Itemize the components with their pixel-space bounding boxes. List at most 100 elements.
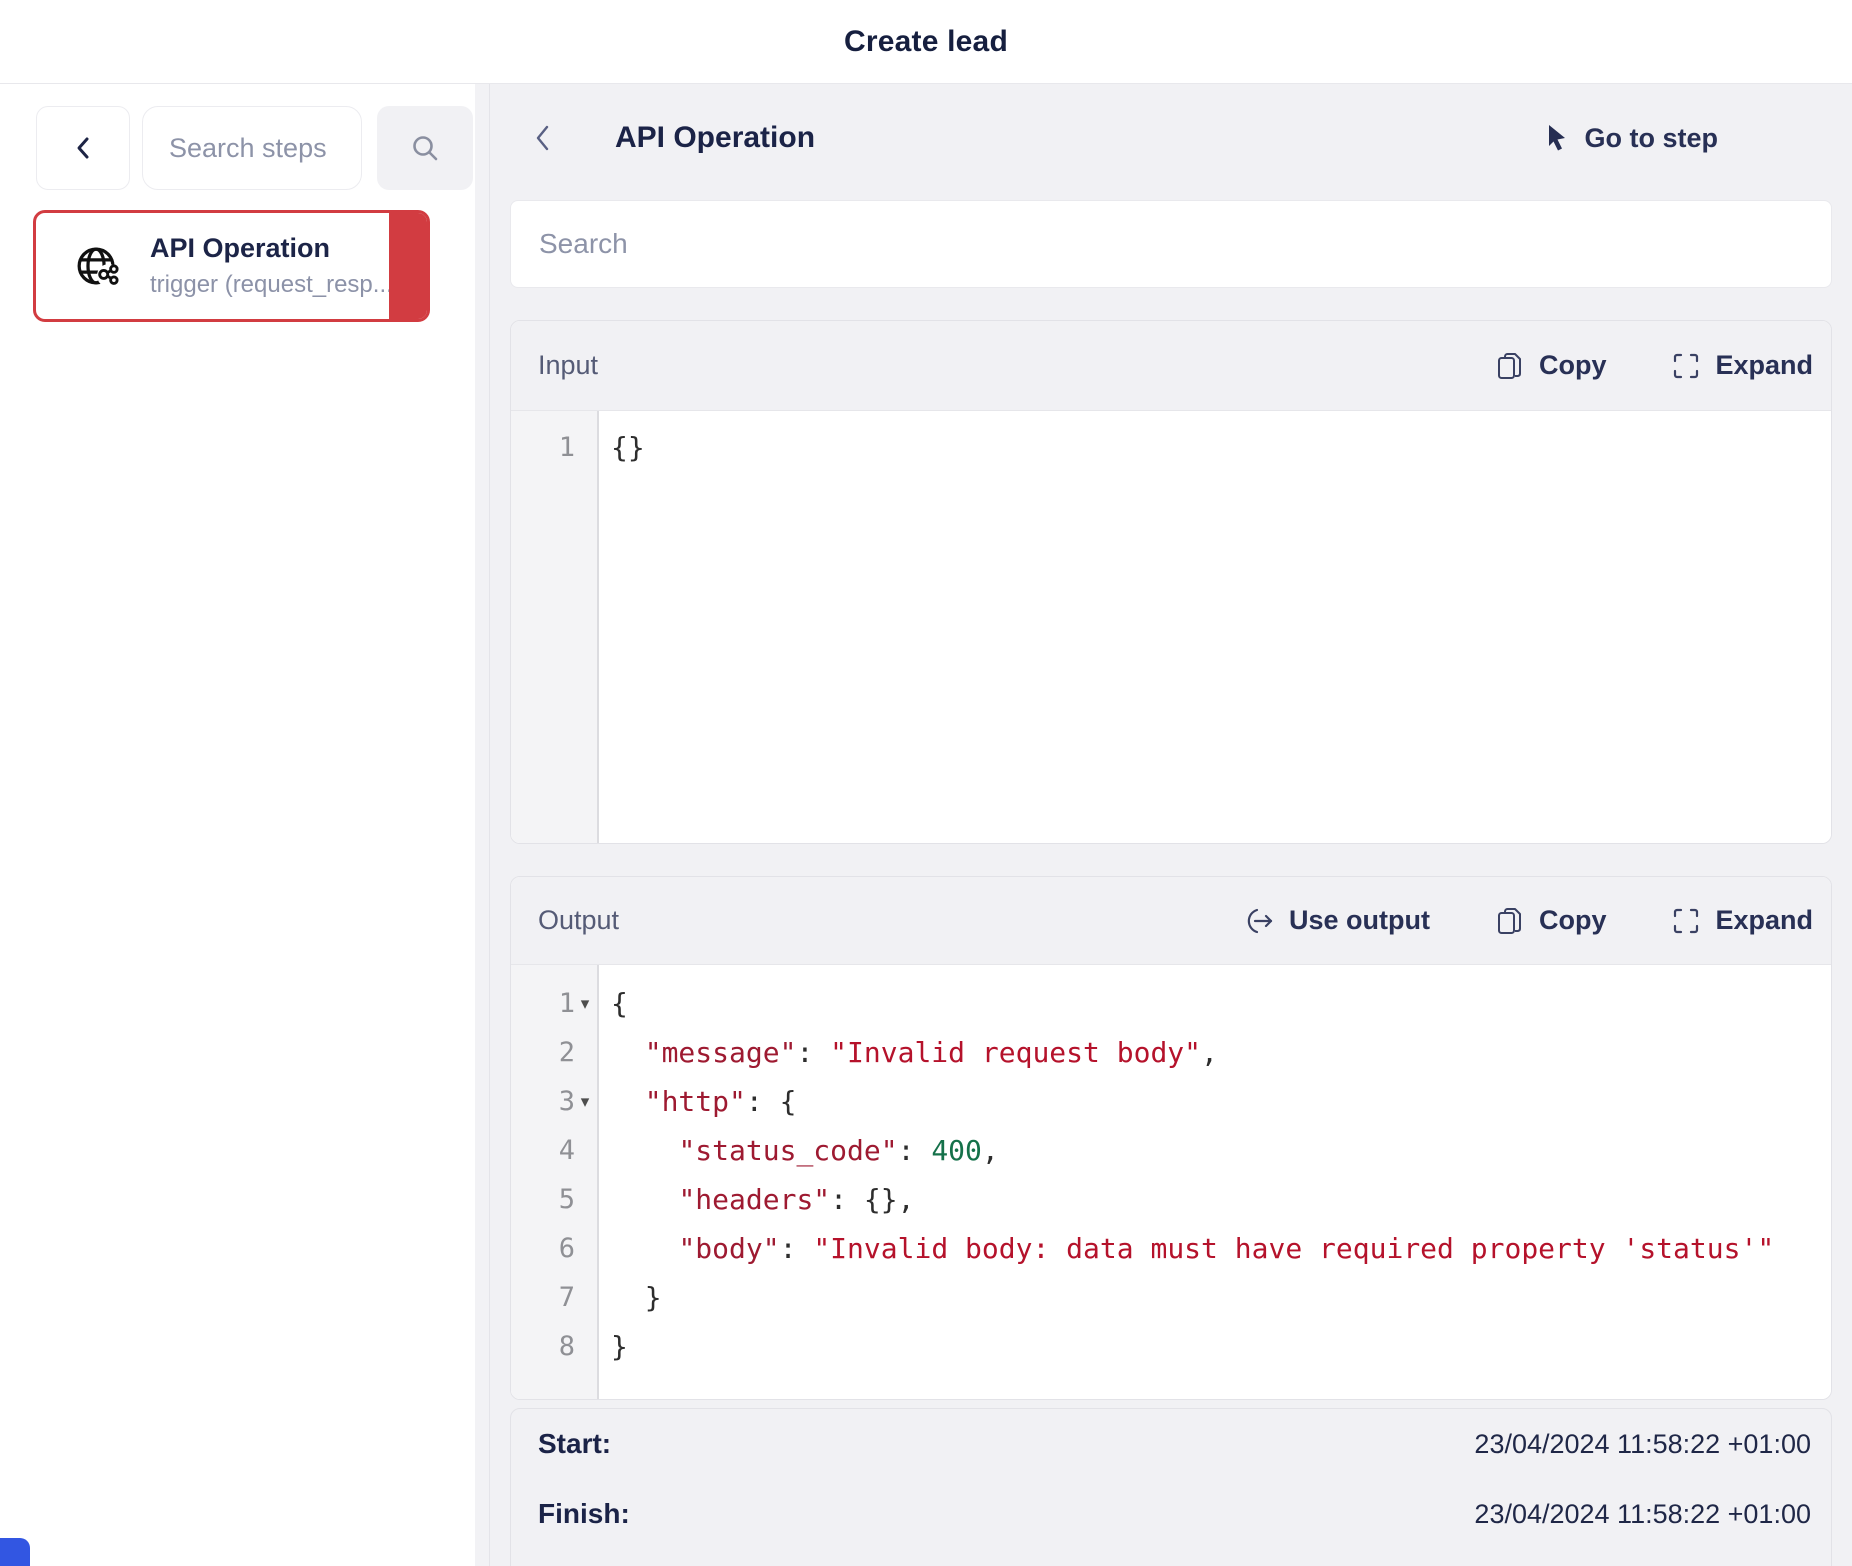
output-code-editor[interactable]: 1▾{2 "message": "Invalid request body",3… — [511, 965, 1831, 1399]
cursor-pointer-icon — [1544, 123, 1570, 153]
code-token: : — [796, 1036, 830, 1069]
code-token: : {}, — [830, 1183, 914, 1216]
expand-label: Expand — [1715, 350, 1813, 381]
code-line: 5 "headers": {}, — [511, 1175, 1831, 1224]
use-output-label: Use output — [1289, 905, 1430, 936]
sidebar-search-button[interactable] — [377, 106, 473, 190]
info-label: Finish: — [538, 1498, 630, 1530]
expand-input-button[interactable]: Expand — [1672, 350, 1813, 381]
code-token: , — [982, 1134, 999, 1167]
run-info-row: Finish: 23/04/2024 11:58:22 +01:00 — [538, 1479, 1811, 1549]
topbar: Create lead — [0, 0, 1852, 84]
code-token: { — [611, 987, 628, 1020]
copy-label: Copy — [1539, 350, 1607, 381]
line-number: 6 — [559, 1233, 575, 1264]
use-output-button[interactable]: Use output — [1246, 905, 1430, 936]
code-token: {} — [611, 431, 645, 464]
input-code-editor[interactable]: 1 {} — [511, 411, 1831, 843]
gutter-cell: 1 — [511, 432, 599, 463]
gutter-cell: 6 — [511, 1233, 599, 1264]
code-token: : — [780, 1232, 814, 1265]
code-token: "http" — [645, 1085, 746, 1118]
code-text: { — [599, 987, 628, 1020]
chevron-left-icon — [533, 122, 553, 154]
line-number: 1 — [559, 988, 575, 1019]
copy-icon — [1496, 351, 1524, 381]
code-text: "headers": {}, — [599, 1183, 914, 1216]
code-token — [611, 1232, 678, 1265]
line-number: 2 — [559, 1037, 575, 1068]
code-token: } — [611, 1330, 628, 1363]
code-token — [611, 1183, 678, 1216]
code-line: 6 "body": "Invalid body: data must have … — [511, 1224, 1831, 1273]
panel-header: API Operation Go to step — [510, 108, 1832, 168]
code-token: : — [898, 1134, 932, 1167]
expand-icon — [1672, 907, 1700, 935]
editor-gutter — [511, 411, 599, 843]
code-token: 400 — [931, 1134, 982, 1167]
log-search-input[interactable] — [510, 200, 1832, 288]
sidebar: API Operation trigger (request_resp... — [0, 84, 490, 1566]
run-info-row: Start: 23/04/2024 11:58:22 +01:00 — [538, 1409, 1811, 1479]
step-card-api-operation[interactable]: API Operation trigger (request_resp... — [33, 210, 430, 322]
input-section: Input Copy Expand 1 — [510, 320, 1832, 844]
code-line: 2 "message": "Invalid request body", — [511, 1028, 1831, 1077]
go-to-step-label: Go to step — [1585, 123, 1719, 154]
code-line: 8} — [511, 1322, 1831, 1371]
gutter-cell: 1▾ — [511, 988, 599, 1019]
bottom-left-blue-button-fragment[interactable] — [0, 1538, 30, 1566]
code-text: {} — [599, 431, 645, 464]
expand-output-button[interactable]: Expand — [1672, 905, 1813, 936]
info-label: Start: — [538, 1428, 611, 1460]
line-number: 5 — [559, 1184, 575, 1215]
page-title: Create lead — [844, 25, 1008, 59]
info-value: 23/04/2024 11:58:22 +01:00 — [1474, 1429, 1811, 1460]
output-section-actions: Use output Copy Expand — [1246, 905, 1813, 936]
panel-back-button[interactable] — [533, 122, 553, 154]
code-token: "body" — [678, 1232, 779, 1265]
search-icon — [409, 132, 441, 164]
copy-input-button[interactable]: Copy — [1496, 350, 1607, 381]
line-number: 7 — [559, 1282, 575, 1313]
line-number: 3 — [559, 1086, 575, 1117]
fold-toggle-icon[interactable]: ▾ — [575, 1092, 595, 1112]
code-text: "message": "Invalid request body", — [599, 1036, 1218, 1069]
code-token — [611, 1036, 645, 1069]
code-line: 4 "status_code": 400, — [511, 1126, 1831, 1175]
code-text: "http": { — [599, 1085, 796, 1118]
fold-toggle-icon[interactable]: ▾ — [575, 994, 595, 1014]
step-card-texts: API Operation trigger (request_resp... — [150, 233, 389, 299]
code-token — [611, 1134, 678, 1167]
gutter-cell: 5 — [511, 1184, 599, 1215]
code-line: 7 } — [511, 1273, 1831, 1322]
code-token: "Invalid body: data must have required p… — [813, 1232, 1774, 1265]
go-to-step-button[interactable]: Go to step — [1544, 123, 1719, 154]
gutter-cell: 3▾ — [511, 1086, 599, 1117]
line-number: 4 — [559, 1135, 575, 1166]
sidebar-scrollbar-track[interactable] — [475, 84, 489, 1566]
copy-output-button[interactable]: Copy — [1496, 905, 1607, 936]
info-value: 23/04/2024 11:58:22 +01:00 — [1474, 1499, 1811, 1530]
run-info-row: Time:3ms — [538, 1549, 1811, 1566]
line-number: 8 — [559, 1331, 575, 1362]
code-line: 1 {} — [511, 423, 1831, 472]
code-text: } — [599, 1330, 628, 1363]
code-line: 1▾ { — [511, 979, 1831, 1028]
step-log-panel: API Operation Go to step Input Copy — [490, 84, 1852, 1566]
output-section-label: Output — [538, 905, 619, 936]
code-text: "status_code": 400, — [599, 1134, 999, 1167]
code-line: 3▾ "http": { — [511, 1077, 1831, 1126]
sidebar-back-button[interactable] — [36, 106, 130, 190]
code-token: : { — [746, 1085, 797, 1118]
sidebar-toolbar — [36, 106, 489, 190]
output-section: Output Use output Copy — [510, 876, 1832, 1400]
step-card-body: API Operation trigger (request_resp... — [36, 213, 389, 319]
gutter-cell: 7 — [511, 1282, 599, 1313]
code-token: "headers" — [678, 1183, 830, 1216]
input-section-header: Input Copy Expand — [511, 321, 1831, 411]
copy-icon — [1496, 906, 1524, 936]
expand-label: Expand — [1715, 905, 1813, 936]
sidebar-search-input[interactable] — [142, 106, 362, 190]
code-token: } — [611, 1281, 662, 1314]
input-section-label: Input — [538, 350, 598, 381]
